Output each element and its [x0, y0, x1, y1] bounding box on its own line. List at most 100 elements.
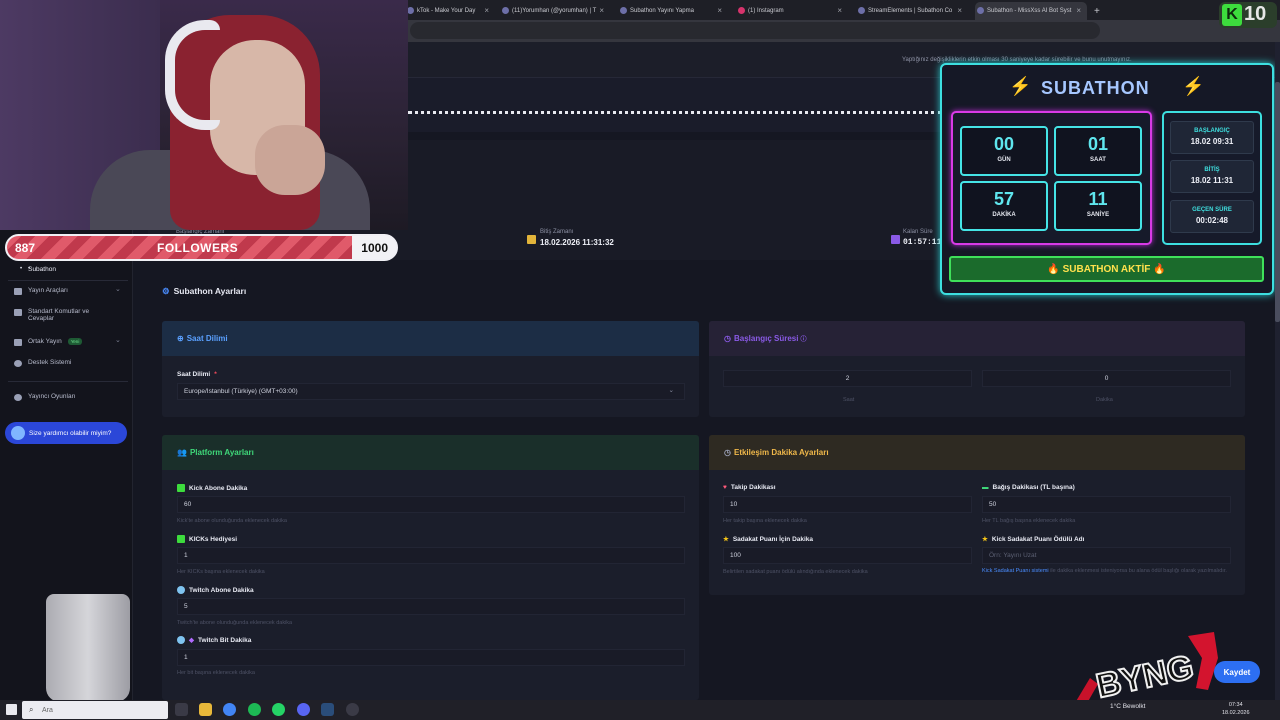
- twitch-sub-input[interactable]: 5: [177, 598, 685, 615]
- weather-widget[interactable]: 1°C Bewolkt: [1110, 703, 1145, 710]
- close-icon[interactable]: ×: [1076, 6, 1081, 15]
- logo-text: BYNG: [1093, 648, 1197, 706]
- start-info-value: 18.02 09:31: [1190, 137, 1234, 146]
- start-icon[interactable]: [6, 704, 17, 715]
- lightning-icon: ⚡: [1182, 76, 1205, 96]
- kick-icon: K: [1222, 4, 1242, 26]
- help-chat-button[interactable]: Size yardımcı olabilir miyim?: [5, 422, 127, 444]
- field-label: Kick Sadakat Puanı Ödülü Adı: [991, 535, 1085, 543]
- scrollbar-thumb[interactable]: [1275, 82, 1280, 322]
- seconds-value: 11: [1088, 189, 1108, 209]
- field-label: Sadakat Puanı İçin Dakika: [732, 535, 814, 543]
- kick-sub-input[interactable]: 60: [177, 496, 685, 513]
- kick-icon: [177, 535, 185, 543]
- scrollbar[interactable]: [1275, 42, 1280, 700]
- discord-icon[interactable]: [297, 703, 310, 716]
- hours-caption: Saat: [843, 397, 855, 403]
- file-explorer-icon[interactable]: [199, 703, 212, 716]
- close-icon[interactable]: ×: [717, 6, 722, 15]
- tab-instagram[interactable]: (1) Instagram ×: [736, 2, 848, 20]
- tab-subathon-bot[interactable]: Subathon - MissXss AI Bot Syst ×: [975, 2, 1087, 20]
- end-time-group: Bitiş Zamanı 18.02.2026 11:31:32: [540, 229, 614, 247]
- followers-current: 887: [15, 241, 36, 255]
- field-label: KICKs Hediyesi: [189, 535, 238, 543]
- spotify-icon[interactable]: [248, 703, 261, 716]
- sidebar-item-co-stream[interactable]: Ortak Yayın Yeni: [14, 338, 83, 346]
- taskbar: [0, 700, 1280, 720]
- sidebar-item-subathon[interactable]: • Subathon: [20, 266, 56, 273]
- hourglass-icon: [891, 235, 900, 244]
- tab-label: kTok - Make Your Day: [417, 8, 476, 14]
- sidebar-item-stream-tools[interactable]: Yayın Araçları: [14, 287, 68, 295]
- start-info-label: BAŞLANGIÇ: [1194, 128, 1230, 134]
- close-icon[interactable]: ×: [837, 6, 842, 15]
- chevron-down-icon: ⌄: [668, 387, 674, 394]
- donation-input[interactable]: 50: [982, 496, 1231, 513]
- followers-goal: 1000: [361, 241, 388, 255]
- reward-help-text: ile dakika eklenmesi isteniyorsa bu alan…: [1050, 568, 1227, 574]
- tab-tiktok[interactable]: kTok - Make Your Day ×: [405, 2, 495, 20]
- close-icon[interactable]: ×: [599, 6, 604, 15]
- settings-title-text: Subathon Ayarları: [173, 286, 247, 296]
- field-help: Her bit başına eklenecek dakika: [177, 670, 255, 676]
- sidebar-item-support[interactable]: Destek Sistemi: [14, 359, 71, 367]
- reward-input[interactable]: Örn: Yayını Uzat: [982, 547, 1231, 564]
- timezone-select[interactable]: Europe/Istanbul (Türkiye) (GMT+03:00) ⌄: [177, 383, 685, 400]
- tab-label: (1) Instagram: [748, 8, 784, 14]
- field-label: Twitch Bit Dakika: [198, 636, 252, 644]
- follow-input[interactable]: 10: [723, 496, 972, 513]
- whatsapp-icon[interactable]: [272, 703, 285, 716]
- sidebar-item-commands[interactable]: Standart Komutlar ve Cevaplar: [14, 308, 114, 322]
- tab-streamelements[interactable]: StreamElements | Subathon Co ×: [856, 2, 968, 20]
- steam-icon[interactable]: [321, 703, 334, 716]
- obs-icon[interactable]: [346, 703, 359, 716]
- followers-goal-bar: 887 FOLLOWERS 1000: [5, 234, 398, 261]
- tab-yorumhan[interactable]: (11)Yorumhan (@yorumhan) | T ×: [500, 2, 610, 20]
- timezone-value: Europe/Istanbul (Türkiye) (GMT+03:00): [184, 388, 298, 395]
- task-view-icon[interactable]: [175, 703, 188, 716]
- twitch-bit-input[interactable]: 1: [177, 649, 685, 666]
- minutes-label: DAKİKA: [992, 212, 1016, 218]
- chrome-icon[interactable]: [223, 703, 236, 716]
- taskbar-search[interactable]: ⌕ Ara: [22, 701, 168, 719]
- field-help: Her KICKs başına eklenecek dakika: [177, 569, 265, 575]
- chevron-down-icon[interactable]: ⌄: [115, 336, 121, 344]
- tab-label: (11)Yorumhan (@yorumhan) | T: [512, 8, 597, 14]
- timezone-label-text: Saat Dilimi: [177, 371, 211, 378]
- field-help: Her takip başına eklenecek dakika: [723, 518, 807, 524]
- start-hours-input[interactable]: 2: [723, 370, 972, 387]
- sidebar-item-label: Standart Komutlar ve Cevaplar: [28, 308, 90, 322]
- close-icon[interactable]: ×: [484, 6, 489, 15]
- sidebar-item-label: Yayıncı Oyunları: [28, 393, 76, 400]
- lightning-icon: ⚡: [1009, 76, 1032, 96]
- start-duration-panel: ◷ Başlangıç Süresi ⓘ: [709, 321, 1245, 417]
- assistant-avatar: [11, 426, 25, 440]
- elapsed-info-label: GEÇEN SÜRE: [1192, 207, 1232, 213]
- chevron-down-icon[interactable]: ⌄: [115, 285, 121, 293]
- kicks-gift-input[interactable]: 1: [177, 547, 685, 564]
- loyalty-link[interactable]: Kick Sadakat Puanı sistemi: [982, 568, 1049, 574]
- close-icon[interactable]: ×: [957, 6, 962, 15]
- save-button[interactable]: Kaydet: [1214, 661, 1260, 683]
- follow-label: ♥ Takip Dakikası: [723, 484, 776, 491]
- viewer-count: 10: [1244, 3, 1267, 25]
- url-input[interactable]: [410, 22, 1100, 39]
- twitch-sub-label: Twitch Abone Dakika: [177, 586, 254, 594]
- end-time-value: 18.02.2026 11:31:32: [540, 238, 614, 247]
- hours-label: SAAT: [1090, 157, 1106, 163]
- divider: [8, 381, 128, 382]
- field-label: Twitch Abone Dakika: [189, 586, 254, 594]
- loyalty-input[interactable]: 100: [723, 547, 972, 564]
- start-minutes-input[interactable]: 0: [982, 370, 1231, 387]
- sidebar-item-games[interactable]: Yayıncı Oyunları: [14, 393, 76, 401]
- minutes-value: 57: [993, 189, 1015, 209]
- tab-subathon-guide[interactable]: Subathon Yayını Yapma ×: [618, 2, 728, 20]
- engagement-title: Etkileşim Dakika Ayarları: [733, 448, 829, 457]
- reward-label: ★ Kick Sadakat Puanı Ödülü Adı: [982, 535, 1085, 544]
- taskbar-clock[interactable]: 07:34 18.02.2026: [1222, 701, 1250, 717]
- search-placeholder: Ara: [42, 706, 53, 714]
- sidebar-item-label: Ortak Yayın: [28, 338, 62, 345]
- timezone-title: Saat Dilimi: [186, 334, 228, 343]
- new-tab-button[interactable]: +: [1090, 2, 1108, 20]
- divider: [8, 280, 128, 281]
